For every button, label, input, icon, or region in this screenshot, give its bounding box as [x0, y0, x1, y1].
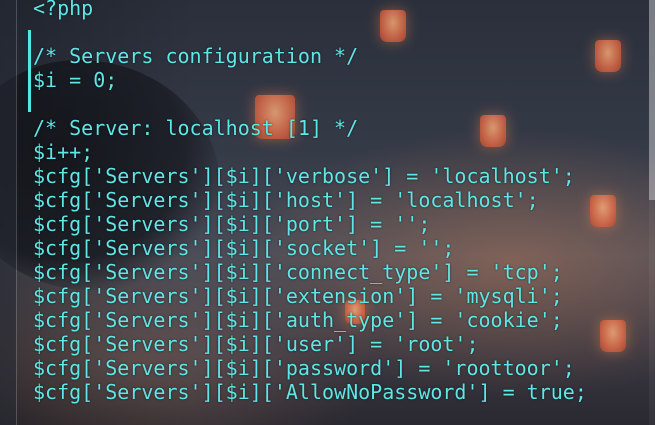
code-line[interactable]: $cfg['Servers'][$i]['password'] = 'roott…	[33, 356, 587, 380]
scrollbar-thumb[interactable]	[649, 0, 655, 200]
editor-gutter	[0, 0, 16, 425]
code-line[interactable]	[33, 20, 587, 44]
change-marker	[28, 30, 31, 112]
code-line[interactable]: $cfg['Servers'][$i]['auth_type'] = 'cook…	[33, 308, 587, 332]
code-line[interactable]: $cfg['Servers'][$i]['user'] = 'root';	[33, 332, 587, 356]
code-line[interactable]: <?php	[33, 0, 587, 20]
gutter-divider	[16, 0, 17, 425]
code-line[interactable]: $cfg['Servers'][$i]['extension'] = 'mysq…	[33, 284, 587, 308]
code-editor[interactable]: <?php /* Servers configuration */$i = 0; /…	[33, 0, 587, 425]
editor-window: <?php /* Servers configuration */$i = 0; /…	[0, 0, 655, 425]
code-line[interactable]	[33, 404, 587, 425]
code-line[interactable]: $cfg['Servers'][$i]['host'] = 'localhost…	[33, 188, 587, 212]
code-line[interactable]: /* Server: localhost [1] */	[33, 116, 587, 140]
code-line[interactable]: $cfg['Servers'][$i]['verbose'] = 'localh…	[33, 164, 587, 188]
code-line[interactable]: $cfg['Servers'][$i]['connect_type'] = 't…	[33, 260, 587, 284]
code-line[interactable]: /* Servers configuration */	[33, 44, 587, 68]
scrollbar[interactable]	[649, 0, 655, 425]
code-line[interactable]: $cfg['Servers'][$i]['socket'] = '';	[33, 236, 587, 260]
code-line[interactable]	[33, 92, 587, 116]
code-line[interactable]: $i = 0;	[33, 68, 587, 92]
code-line[interactable]: $i++;	[33, 140, 587, 164]
code-line[interactable]: $cfg['Servers'][$i]['AllowNoPassword'] =…	[33, 380, 587, 404]
code-line[interactable]: $cfg['Servers'][$i]['port'] = '';	[33, 212, 587, 236]
